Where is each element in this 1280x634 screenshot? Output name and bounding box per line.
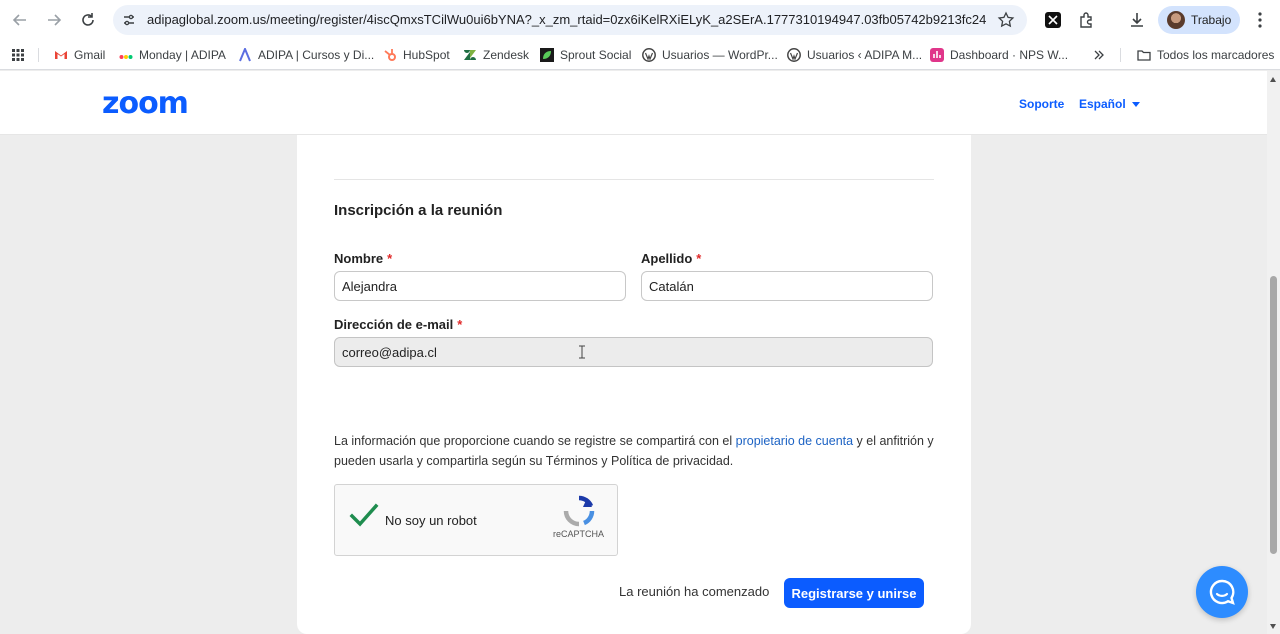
- wordpress-icon: [787, 48, 801, 62]
- bookmark-divider: [1120, 48, 1121, 62]
- email-field[interactable]: correo@adipa.cl: [334, 337, 933, 367]
- bookmark-wordpress-usuarios[interactable]: Usuarios — WordPr...: [642, 47, 778, 63]
- profile-label: Trabajo: [1191, 13, 1232, 27]
- email-label: Dirección de e-mail *: [334, 317, 463, 332]
- recaptcha-widget[interactable]: No soy un robot reCAPTCHA: [334, 484, 618, 556]
- profile-button[interactable]: Trabajo: [1158, 6, 1240, 34]
- folder-icon: [1137, 50, 1151, 61]
- forward-icon[interactable]: [42, 8, 66, 32]
- first-name-input[interactable]: Alejandra: [334, 271, 626, 301]
- bookmark-star-icon[interactable]: [997, 11, 1015, 29]
- support-link[interactable]: Soporte: [1019, 97, 1064, 111]
- scroll-up-icon[interactable]: [1270, 77, 1276, 82]
- chat-button[interactable]: [1196, 566, 1248, 618]
- meeting-status-text: La reunión ha comenzado: [619, 584, 770, 599]
- chevron-down-icon: [1131, 102, 1140, 108]
- zoom-logo[interactable]: zoom: [102, 89, 189, 119]
- recaptcha-logo-icon: [563, 495, 595, 527]
- extension-icon[interactable]: [1043, 10, 1063, 30]
- last-name-label: Apellido *: [641, 251, 702, 266]
- bookmark-adipa[interactable]: ADIPA | Cursos y Di...: [238, 47, 374, 63]
- bookmark-gmail[interactable]: Gmail: [54, 47, 105, 63]
- bookmark-hubspot[interactable]: HubSpot: [383, 47, 450, 63]
- section-divider: [334, 179, 934, 180]
- bookmark-sprout-social[interactable]: Sprout Social: [540, 47, 631, 63]
- required-mark: *: [387, 251, 393, 266]
- reload-icon[interactable]: [76, 8, 100, 32]
- privacy-disclaimer: La información que proporcione cuando se…: [334, 434, 934, 468]
- sprout-icon: [540, 48, 554, 62]
- register-and-join-button[interactable]: Registrarse y unirse: [784, 578, 924, 608]
- bookmark-nps-dashboard[interactable]: Dashboard · NPS W...: [930, 47, 1068, 63]
- registration-card: Inscripción a la reunión Nombre * Alejand…: [297, 135, 971, 634]
- puzzle-extensions-icon[interactable]: [1077, 10, 1097, 30]
- monday-icon: [119, 55, 133, 59]
- section-title: Inscripción a la reunión: [334, 202, 503, 219]
- download-icon[interactable]: [1127, 10, 1147, 30]
- required-mark: *: [457, 317, 463, 332]
- recaptcha-brand: reCAPTCHA: [553, 529, 605, 539]
- required-mark: *: [696, 251, 702, 266]
- language-label: Español: [1079, 97, 1126, 111]
- bookmark-zendesk[interactable]: Zendesk: [463, 47, 529, 63]
- nps-icon: [930, 48, 944, 62]
- wordpress-icon: [642, 48, 656, 62]
- apps-grid-icon[interactable]: [11, 47, 25, 63]
- zoom-header: zoom Soporte Español: [0, 71, 1267, 135]
- last-name-input[interactable]: Catalán: [641, 271, 933, 301]
- first-name-label: Nombre *: [334, 251, 393, 266]
- url-text[interactable]: adipaglobal.zoom.us/meeting/register/4is…: [147, 12, 987, 27]
- text-cursor-icon: [579, 345, 585, 359]
- captcha-label: No soy un robot: [385, 513, 477, 528]
- zendesk-icon: [464, 50, 476, 60]
- bookmark-adipa-usuarios[interactable]: Usuarios ‹ ADIPA M...: [787, 47, 922, 63]
- bookmarks-bar: Gmail Monday | ADIPA ADIPA | Cursos y Di…: [0, 40, 1280, 70]
- scroll-thumb[interactable]: [1270, 276, 1277, 554]
- bookmark-monday[interactable]: Monday | ADIPA: [119, 47, 226, 63]
- browser-toolbar: adipaglobal.zoom.us/meeting/register/4is…: [0, 0, 1280, 40]
- language-selector[interactable]: Español: [1079, 97, 1140, 111]
- site-info-icon[interactable]: [121, 12, 137, 28]
- bookmark-divider: [38, 48, 39, 62]
- scroll-down-icon[interactable]: [1270, 624, 1276, 629]
- more-bookmarks-icon[interactable]: [1093, 47, 1105, 63]
- address-bar[interactable]: adipaglobal.zoom.us/meeting/register/4is…: [113, 5, 1027, 35]
- adipa-icon: [239, 48, 251, 62]
- back-icon[interactable]: [8, 8, 32, 32]
- all-bookmarks-folder[interactable]: Todos los marcadores: [1137, 47, 1274, 63]
- account-owner-link[interactable]: propietario de cuenta: [736, 434, 853, 448]
- checkmark-icon[interactable]: [349, 503, 379, 529]
- more-menu-icon[interactable]: [1252, 10, 1268, 30]
- avatar: [1167, 11, 1185, 29]
- page-scrollbar[interactable]: [1267, 71, 1280, 634]
- gmail-icon: [55, 51, 67, 59]
- chat-bubble-icon: [1209, 579, 1235, 605]
- hubspot-icon: [384, 49, 396, 61]
